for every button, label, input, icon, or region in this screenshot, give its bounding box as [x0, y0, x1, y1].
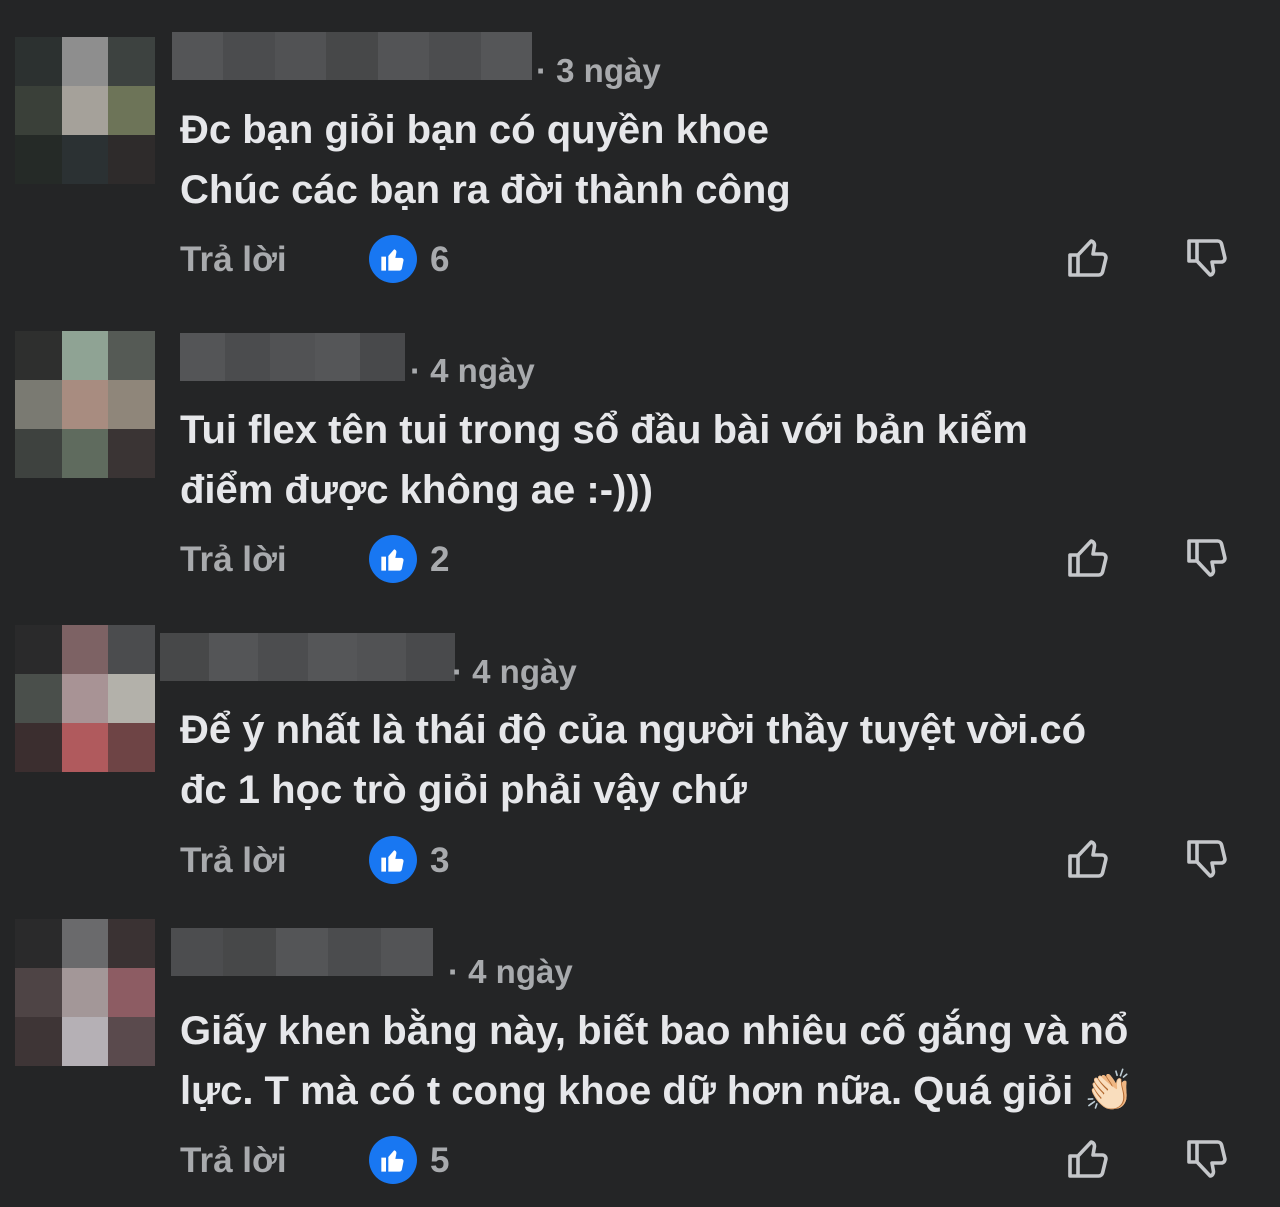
upvote-thumbs-up-icon[interactable]	[1063, 833, 1115, 885]
comment-text: Đc bạn giỏi bạn có quyền khoe Chúc các b…	[180, 100, 791, 220]
downvote-thumbs-down-icon[interactable]	[1182, 532, 1234, 584]
upvote-thumbs-up-icon[interactable]	[1063, 532, 1115, 584]
avatar[interactable]	[15, 331, 155, 478]
author-name-blurred[interactable]	[160, 633, 455, 681]
comment-timestamp: · 4 ngày	[452, 653, 577, 690]
comment-text-line: lực. T mà có t cong khoe dữ hơn nữa. Quá…	[180, 1069, 1074, 1113]
comment-timestamp: · 4 ngày	[410, 352, 535, 389]
like-count: 5	[430, 1141, 450, 1180]
author-name-blurred[interactable]	[171, 928, 433, 976]
avatar[interactable]	[15, 37, 155, 184]
comment-text-line: Đc bạn giỏi bạn có quyền khoe	[180, 108, 769, 152]
like-reaction-icon	[369, 535, 417, 583]
comment-text: Để ý nhất là thái độ của người thầy tuyệ…	[180, 700, 1086, 820]
comment-text: Giấy khen bằng này, biết bao nhiêu cố gắ…	[180, 1001, 1134, 1121]
upvote-thumbs-up-icon[interactable]	[1063, 1133, 1115, 1185]
like-reaction-icon	[369, 836, 417, 884]
comment-text-line: Tui flex tên tui trong sổ đầu bài với bả…	[180, 408, 1028, 452]
comment-text-line: điểm được không ae :-)))	[180, 468, 653, 512]
downvote-thumbs-down-icon[interactable]	[1182, 1133, 1234, 1185]
author-name-blurred[interactable]	[180, 333, 405, 381]
avatar[interactable]	[15, 625, 155, 772]
like-count: 2	[430, 540, 450, 579]
comment-text-line: Chúc các bạn ra đời thành công	[180, 168, 791, 212]
reply-button[interactable]: Trả lời	[180, 540, 287, 580]
downvote-thumbs-down-icon[interactable]	[1182, 232, 1234, 284]
author-name-blurred[interactable]	[172, 32, 532, 80]
comment-timestamp: · 4 ngày	[448, 953, 573, 990]
reply-button[interactable]: Trả lời	[180, 240, 287, 280]
comment-timestamp: · 3 ngày	[536, 52, 661, 89]
comment-text-line: Giấy khen bằng này, biết bao nhiêu cố gắ…	[180, 1009, 1129, 1053]
reply-button[interactable]: Trả lời	[180, 1141, 287, 1181]
like-count: 3	[430, 841, 450, 880]
like-count: 6	[430, 240, 450, 279]
upvote-thumbs-up-icon[interactable]	[1063, 232, 1115, 284]
reply-button[interactable]: Trả lời	[180, 841, 287, 881]
comment-text-line: Để ý nhất là thái độ của người thầy tuyệ…	[180, 708, 1086, 752]
avatar[interactable]	[15, 919, 155, 1066]
comment-text-line: đc 1 học trò giỏi phải vậy chứ	[180, 768, 747, 812]
like-reaction-icon	[369, 235, 417, 283]
downvote-thumbs-down-icon[interactable]	[1182, 833, 1234, 885]
like-reaction-icon	[369, 1136, 417, 1184]
clapping-hands-emoji-icon: 👏🏻	[1084, 1069, 1135, 1113]
comment-text: Tui flex tên tui trong sổ đầu bài với bả…	[180, 400, 1028, 520]
